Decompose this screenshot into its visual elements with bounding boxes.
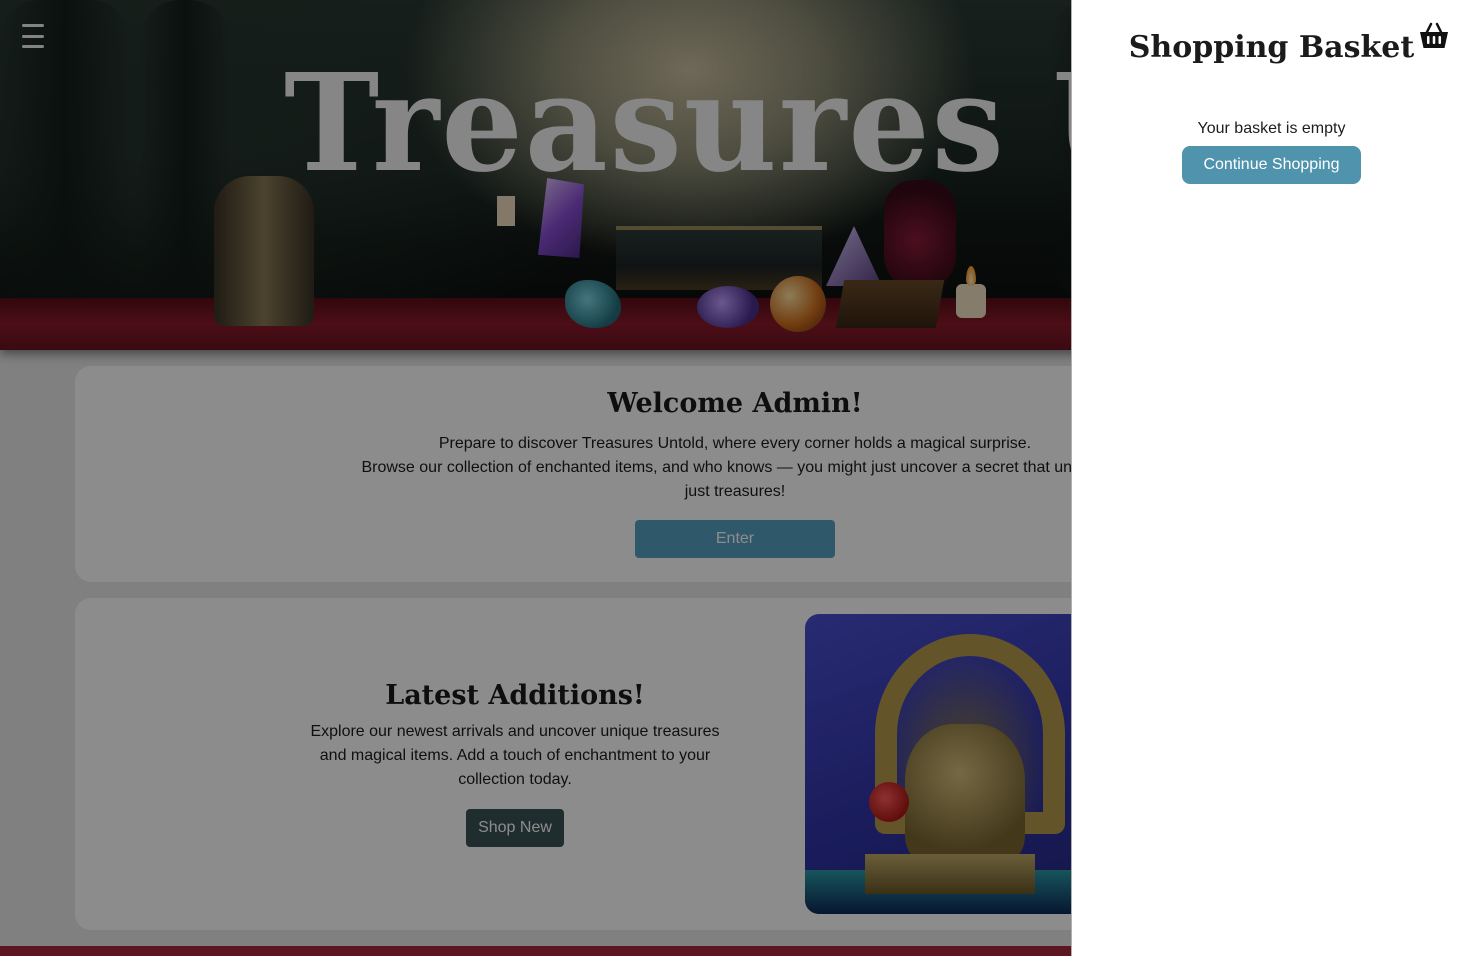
- shopping-basket-drawer: Shopping Basket Your basket is empty Con…: [1071, 0, 1470, 956]
- basket-title: Shopping Basket: [1128, 30, 1415, 65]
- continue-shopping-button[interactable]: Continue Shopping: [1182, 146, 1361, 184]
- basket-empty-message: Your basket is empty: [1197, 120, 1346, 137]
- basket-icon-graphic: [1420, 22, 1448, 48]
- basket-icon[interactable]: [1419, 22, 1449, 50]
